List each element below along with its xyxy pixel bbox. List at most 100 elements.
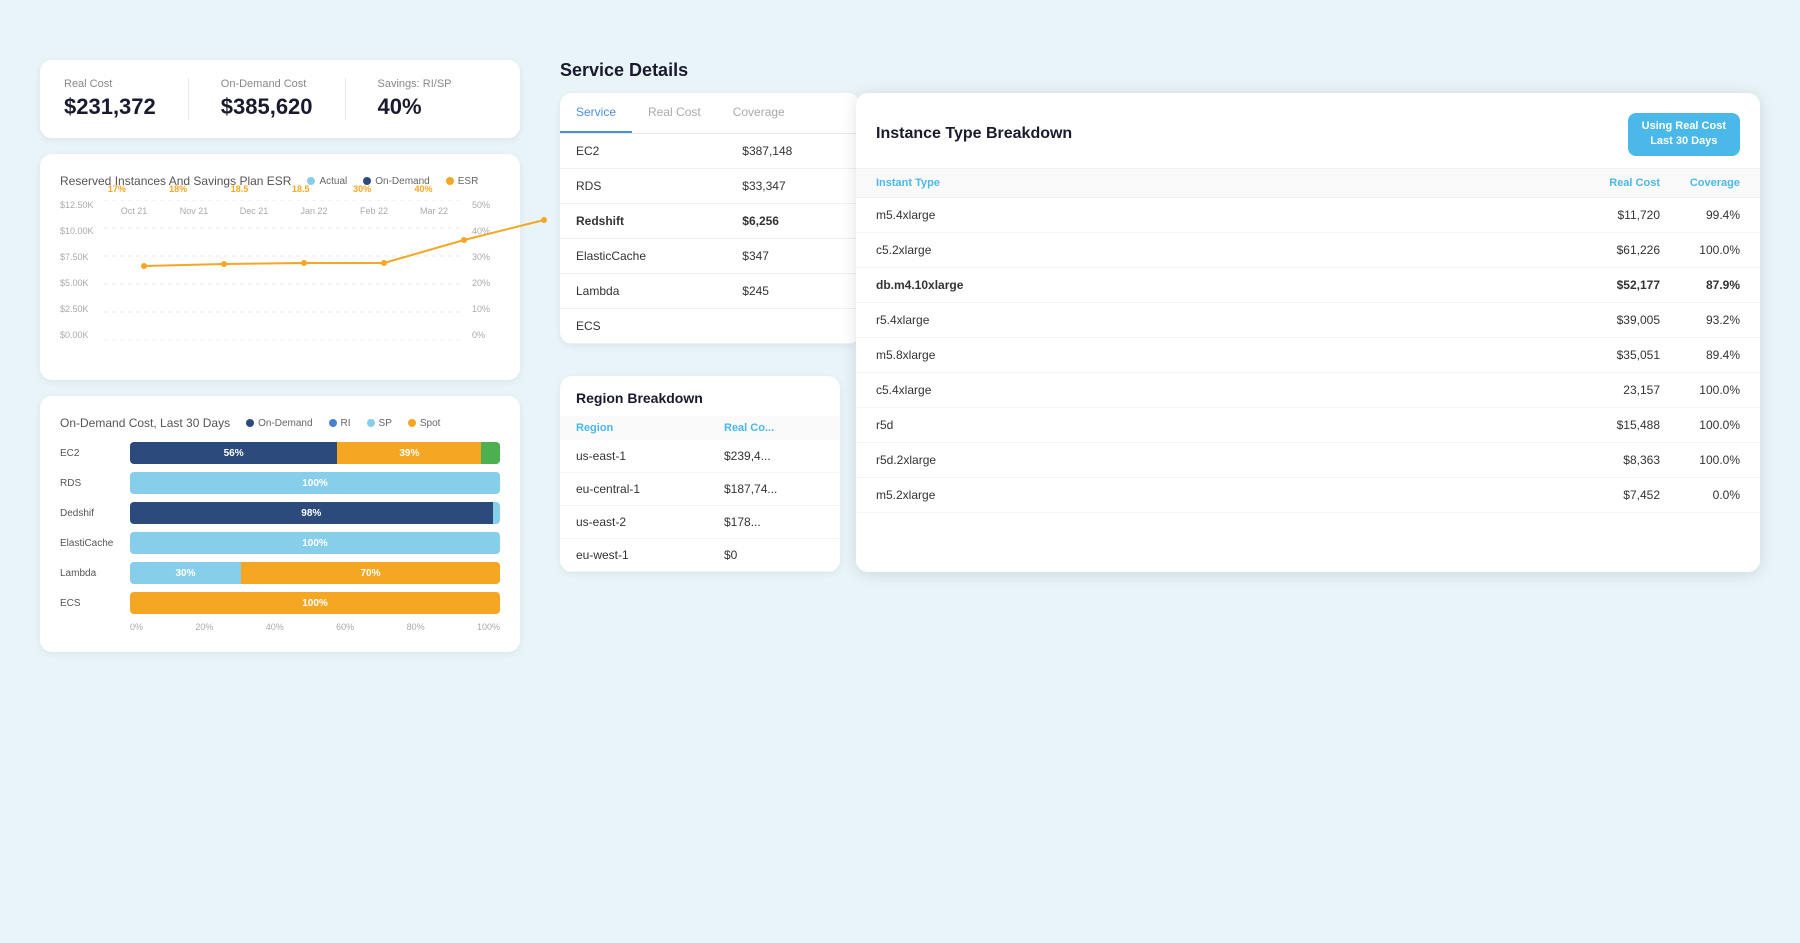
hbar-track-dedshif: 98% [130, 502, 500, 524]
bar-pct-mar: 40% [414, 184, 432, 194]
breakdown-row: c5.2xlarge $61,226 100.0% [856, 233, 1760, 268]
breakdown-row: r5d.2xlarge $8,363 100.0% [856, 443, 1760, 478]
hbar-track-ec2: 56% 39% [130, 442, 500, 464]
bar-chart-title: Reserved Instances And Savings Plan ESR … [60, 174, 500, 188]
table-row: RDS $33,347 [560, 169, 860, 204]
hbar-row-ec2: EC2 56% 39% [60, 442, 500, 464]
bar-pct-feb: 30% [353, 184, 371, 194]
region-row: eu-west-1 $0 [560, 539, 840, 572]
breakdown-row: r5d $15,488 100.0% [856, 408, 1760, 443]
hbar-label-dedshif: Dedshif [60, 508, 130, 519]
hbar-row-dedshif: Dedshif 98% [60, 502, 500, 524]
ondemand-cost-value: $385,620 [221, 94, 313, 120]
instance-breakdown: Instance Type Breakdown Using Real Cost … [856, 93, 1760, 572]
esr-line-svg [104, 200, 464, 340]
breakdown-title: Instance Type Breakdown [876, 125, 1072, 143]
savings-label: Savings: RI/SP [378, 78, 452, 90]
bar-pct-jan: 18.5 [292, 184, 310, 194]
ondemand-cost-card: On-Demand Cost $385,620 [221, 78, 346, 120]
hbar-label-lambda: Lambda [60, 568, 130, 579]
region-breakdown-title: Region Breakdown [560, 376, 840, 416]
hbar-label-rds: RDS [60, 478, 130, 489]
breakdown-header: Instance Type Breakdown Using Real Cost … [856, 93, 1760, 169]
real-cost-value: $231,372 [64, 94, 156, 120]
savings-value: 40% [378, 94, 452, 120]
using-badge: Using Real Cost Last 30 Days [1628, 113, 1740, 156]
breakdown-table-header: Instant Type Real Cost Coverage [856, 169, 1760, 198]
hbar-legend-spot: Spot [408, 418, 441, 429]
table-row: ECS [560, 309, 860, 344]
hbar-row-lambda: Lambda 30% 70% [60, 562, 500, 584]
region-row: us-east-1 $239,4... [560, 440, 840, 473]
hbar-row-rds: RDS 100% [60, 472, 500, 494]
region-table-header: Region Real Co... [560, 416, 840, 440]
table-row: Redshift $6,256 [560, 204, 860, 239]
table-row: ElasticCache $347 [560, 239, 860, 274]
hbar-seg-dedshif-light [493, 502, 500, 524]
tab-real-cost[interactable]: Real Cost [632, 93, 717, 133]
hbar-seg-lambda-orange: 70% [241, 562, 500, 584]
hbar-label-ec2: EC2 [60, 448, 130, 459]
table-tabs: Service Real Cost Coverage [560, 93, 860, 134]
breakdown-row: m5.4xlarge $11,720 99.4% [856, 198, 1760, 233]
legend-esr: ESR [446, 176, 479, 187]
breakdown-row: m5.8xlarge $35,051 89.4% [856, 338, 1760, 373]
region-row: eu-central-1 $187,74... [560, 473, 840, 506]
ondemand-cost-label: On-Demand Cost [221, 78, 313, 90]
hbar-seg-dedshif-dark: 98% [130, 502, 493, 524]
tab-service[interactable]: Service [560, 93, 632, 133]
hbar-legend-ondemand: On-Demand [246, 418, 312, 429]
hbar-label-ecs: ECS [60, 598, 130, 609]
hbar-x-axis: 0% 20% 40% 60% 80% 100% [60, 622, 500, 632]
hbar-seg-ec2-orange: 39% [337, 442, 481, 464]
hbar-seg-ecs: 100% [130, 592, 500, 614]
service-details-title: Service Details [560, 60, 1760, 81]
col-head-coverage: Coverage [1660, 177, 1740, 189]
region-row: us-east-2 $178... [560, 506, 840, 539]
hbar-seg-ec2-dark: 56% [130, 442, 337, 464]
hbar-seg-lambda-light: 30% [130, 562, 241, 584]
y-axis-right: 50% 40% 30% 20% 10% 0% [464, 200, 500, 360]
metric-cards: Real Cost $231,372 On-Demand Cost $385,6… [40, 60, 520, 138]
hbar-legend-sp: SP [367, 418, 392, 429]
hbar-chart-title: On-Demand Cost, Last 30 Days On-Demand R… [60, 416, 500, 430]
legend-actual: Actual [307, 176, 347, 187]
service-table: Service Real Cost Coverage EC2 $387,148 … [560, 93, 860, 344]
bar-chart-card: Reserved Instances And Savings Plan ESR … [40, 154, 520, 380]
hbar-seg-rds: 100% [130, 472, 500, 494]
region-breakdown: Region Breakdown Region Real Co... us-ea… [560, 376, 840, 572]
x-axis-labels: Oct 21 Nov 21 Dec 21 Jan 22 Feb 22 Mar 2… [104, 206, 464, 216]
bar-pct-nov: 18% [169, 184, 187, 194]
bar-chart-area: $12.50K $10.00K $7.50K $5.00K $2.50K $0.… [60, 200, 500, 360]
y-axis-left: $12.50K $10.00K $7.50K $5.00K $2.50K $0.… [60, 200, 104, 360]
savings-card: Savings: RI/SP 40% [378, 78, 484, 120]
bar-chart-grid: 17% 18% 18.5 [104, 200, 464, 220]
bar-pct-oct: 17% [108, 184, 126, 194]
hbar-row-elasticache: ElastiCache 100% [60, 532, 500, 554]
table-row: Lambda $245 [560, 274, 860, 309]
col-head-cost: Real Cost [1560, 177, 1660, 189]
hbar-track-elasticache: 100% [130, 532, 500, 554]
breakdown-row: c5.4xlarge 23,157 100.0% [856, 373, 1760, 408]
hbar-chart-card: On-Demand Cost, Last 30 Days On-Demand R… [40, 396, 520, 652]
breakdown-row-bold: db.m4.10xlarge $52,177 87.9% [856, 268, 1760, 303]
right-content: Service Real Cost Coverage EC2 $387,148 … [560, 93, 1760, 572]
real-cost-label: Real Cost [64, 78, 156, 90]
hbar-seg-ec2-green [481, 442, 500, 464]
hbar-legend-ri: RI [329, 418, 351, 429]
col-head-type: Instant Type [876, 177, 1560, 189]
left-panel: Real Cost $231,372 On-Demand Cost $385,6… [40, 60, 520, 883]
tab-coverage[interactable]: Coverage [717, 93, 801, 133]
hbar-row-ecs: ECS 100% [60, 592, 500, 614]
hbar-track-lambda: 30% 70% [130, 562, 500, 584]
hbar-track-rds: 100% [130, 472, 500, 494]
real-cost-card: Real Cost $231,372 [64, 78, 189, 120]
hbar-track-ecs: 100% [130, 592, 500, 614]
service-data-table: EC2 $387,148 RDS $33,347 Redshift $6,256 [560, 134, 860, 344]
table-row: EC2 $387,148 [560, 134, 860, 169]
hbar-seg-elasticache: 100% [130, 532, 500, 554]
breakdown-row: m5.2xlarge $7,452 0.0% [856, 478, 1760, 513]
breakdown-row: r5.4xlarge $39,005 93.2% [856, 303, 1760, 338]
hbar-label-elasticache: ElastiCache [60, 538, 130, 549]
bar-pct-dec: 18.5 [231, 184, 249, 194]
